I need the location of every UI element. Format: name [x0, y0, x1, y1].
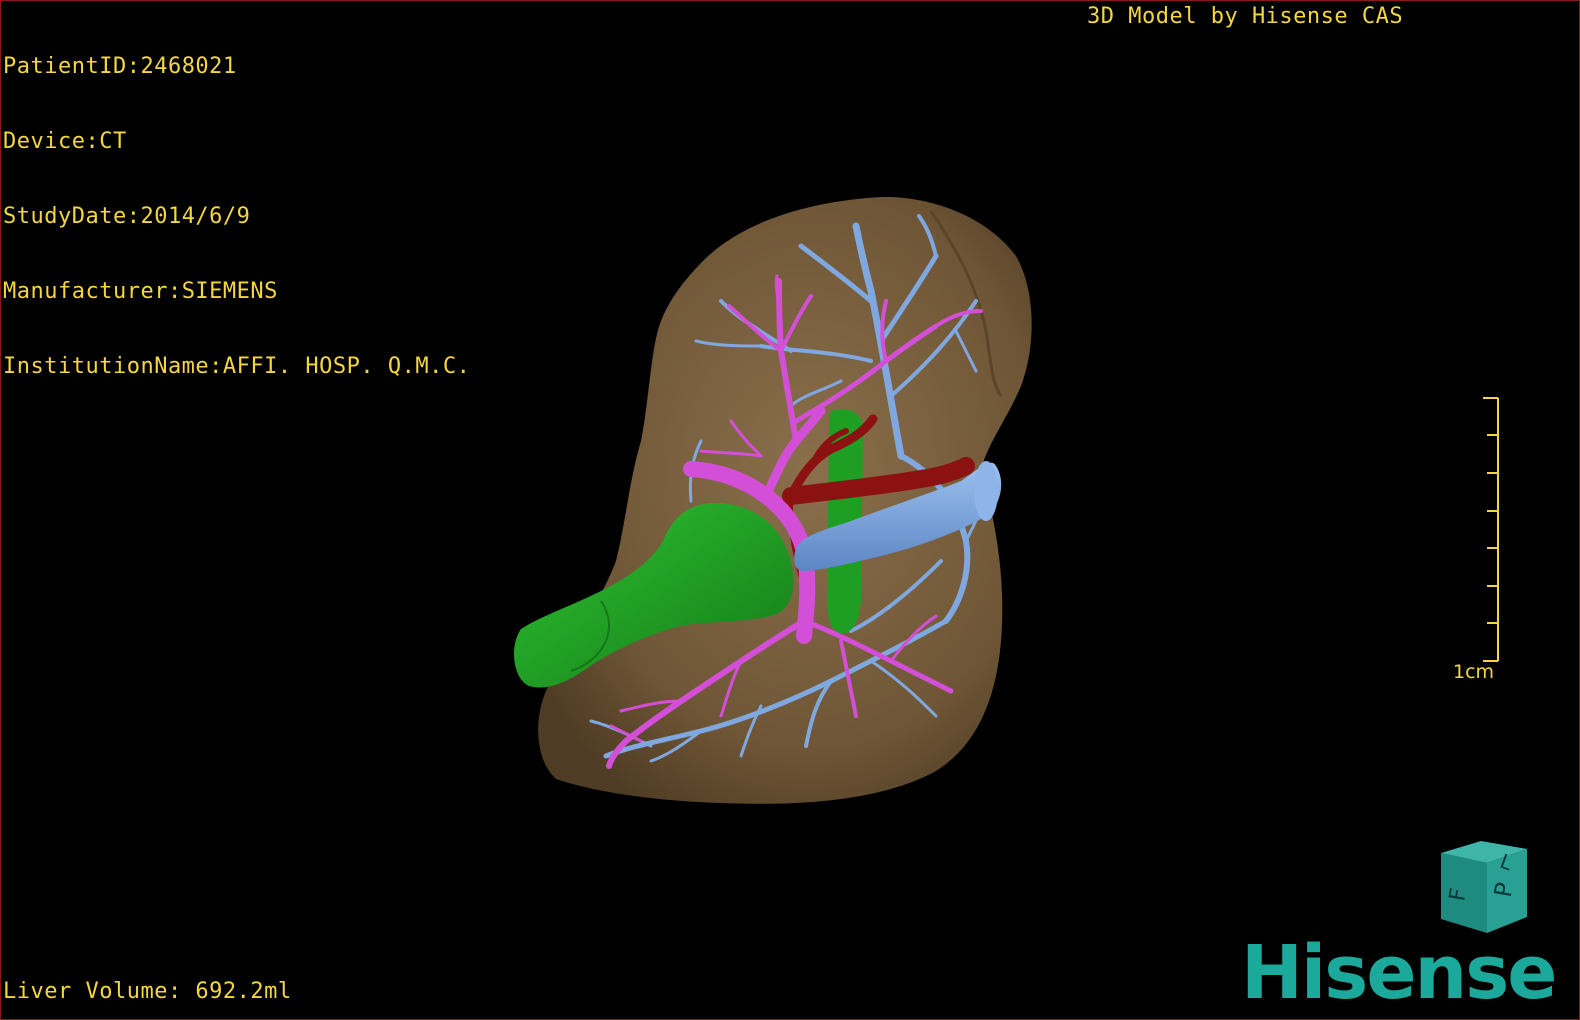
patient-id-line: PatientID:2468021: [3, 54, 237, 79]
institution-line: InstitutionName:AFFI. HOSP. Q.M.C.: [3, 354, 471, 379]
patient-info-overlay: PatientID:2468021 Device:CT StudyDate:20…: [3, 4, 470, 429]
model-credit: 3D Model by Hisense CAS: [1087, 4, 1404, 29]
device-line: Device:CT: [3, 129, 127, 154]
scale-bar: [1483, 397, 1499, 662]
3d-viewport[interactable]: PatientID:2468021 Device:CT StudyDate:20…: [0, 0, 1580, 1020]
liver-volume-readout: Liver Volume: 692.2ml: [3, 979, 292, 1004]
scale-bar-label: 1cm: [1453, 661, 1495, 683]
manufacturer-line: Manufacturer:SIEMENS: [3, 279, 278, 304]
orientation-cube[interactable]: P F L: [1431, 839, 1537, 935]
hisense-logo: Hisense: [1241, 930, 1557, 1016]
study-date-line: StudyDate:2014/6/9: [3, 204, 251, 229]
